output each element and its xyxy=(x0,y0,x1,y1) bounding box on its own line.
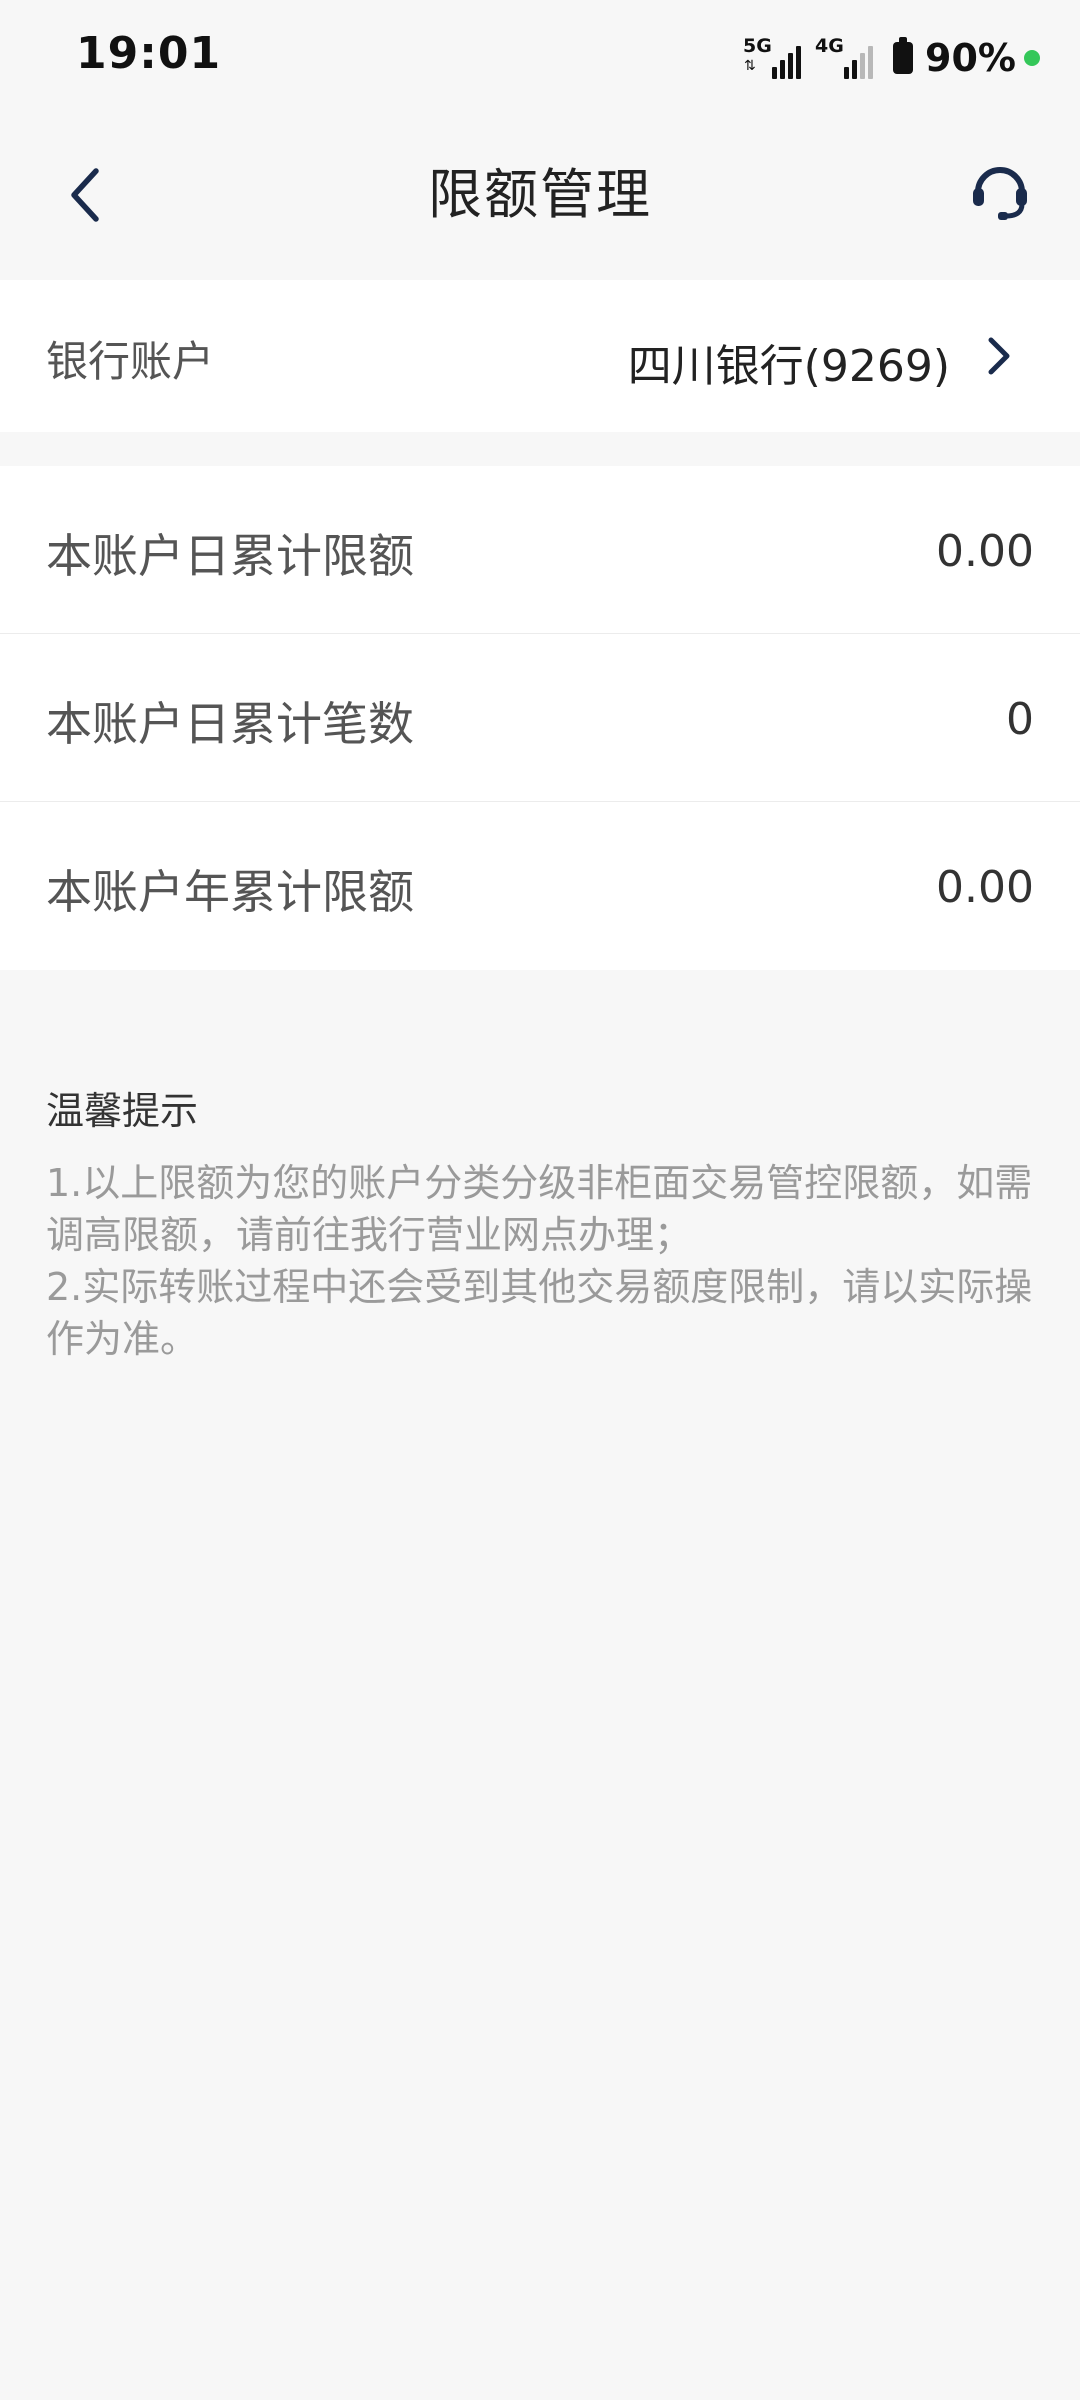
battery-level: 90% xyxy=(925,36,1016,80)
limit-row-yearly-amount: 本账户年累计限额 0.00 xyxy=(0,802,1080,970)
tips-line: 1.以上限额为您的账户分类分级非柜面交易管控限额，如需调高限额，请前往我行营业网… xyxy=(46,1161,1033,1257)
battery-icon xyxy=(893,37,914,74)
status-time: 19:01 xyxy=(76,28,222,79)
page-title: 限额管理 xyxy=(428,163,652,226)
limit-value: 0.00 xyxy=(936,862,1034,913)
limit-list: 本账户日累计限额 0.00 本账户日累计笔数 0 本账户年累计限额 0.00 xyxy=(0,466,1080,970)
tips-section: 温馨提示 1.以上限额为您的账户分类分级非柜面交易管控限额，如需调高限额，请前往… xyxy=(46,1080,1036,1365)
charging-dot-icon xyxy=(1024,50,1040,66)
nav-bar: 限额管理 xyxy=(0,120,1080,280)
bank-account-value: 四川银行(9269) xyxy=(627,341,950,392)
chevron-right-icon xyxy=(988,337,1010,375)
bank-account-row[interactable]: 银行账户 四川银行(9269) xyxy=(0,280,1080,432)
network-type-label: 4G xyxy=(815,35,844,57)
bank-account-label: 银行账户 xyxy=(46,337,215,386)
limit-row-daily-amount: 本账户日累计限额 0.00 xyxy=(0,466,1080,634)
headset-icon xyxy=(973,167,1027,220)
network-type-label: 5G xyxy=(743,35,772,57)
limit-label: 本账户年累计限额 xyxy=(46,865,414,919)
status-bar: 19:01 5G ⇅ 4G 90% xyxy=(0,0,1080,120)
tips-title: 温馨提示 xyxy=(46,1089,199,1133)
limit-row-daily-count: 本账户日累计笔数 0 xyxy=(0,634,1080,802)
limit-label: 本账户日累计限额 xyxy=(46,529,414,583)
customer-service-button[interactable] xyxy=(960,150,1040,230)
limit-value: 0 xyxy=(1006,694,1034,745)
limit-label: 本账户日累计笔数 xyxy=(46,697,414,751)
limit-value: 0.00 xyxy=(936,526,1034,577)
status-icons: 5G ⇅ 4G 90% xyxy=(743,34,1040,82)
signal-bars-icon xyxy=(769,43,802,79)
data-arrows-icon: ⇅ xyxy=(744,58,756,74)
tips-line: 2.实际转账过程中还会受到其他交易额度限制，请以实际操作为准。 xyxy=(46,1265,1033,1361)
signal-5g-icon: 5G ⇅ xyxy=(743,35,802,79)
signal-4g-icon: 4G xyxy=(815,35,874,79)
signal-bars-icon xyxy=(841,43,874,79)
